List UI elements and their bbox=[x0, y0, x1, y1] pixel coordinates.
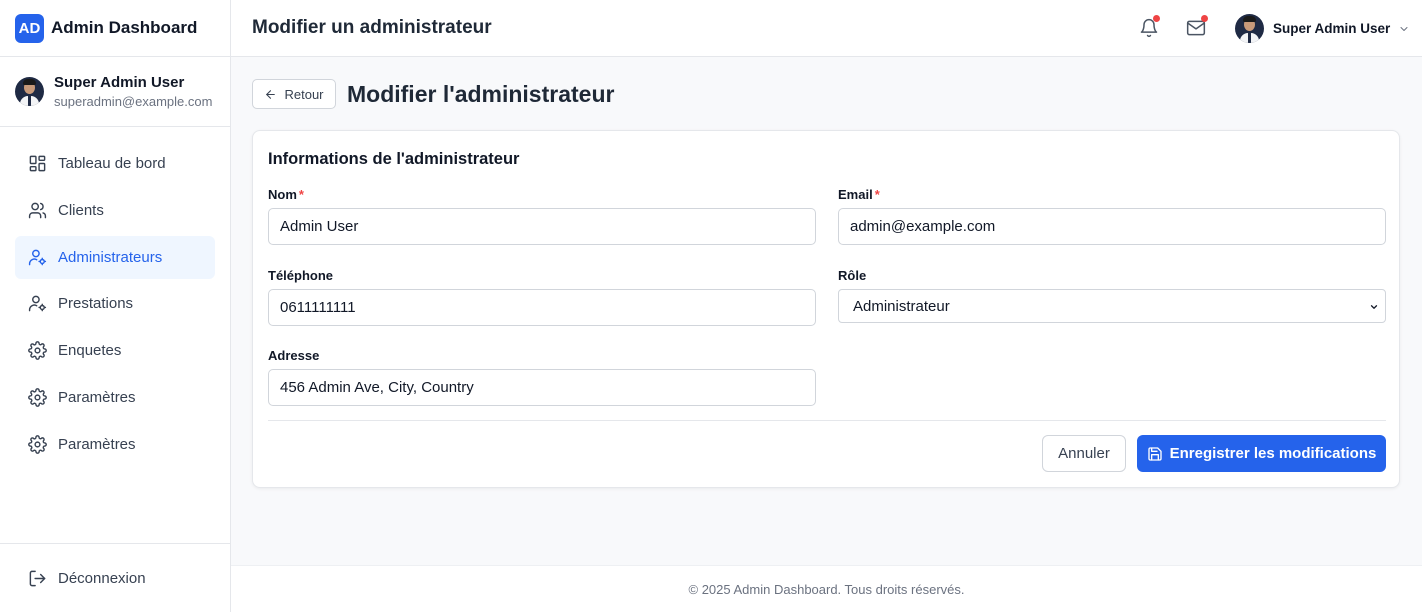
admin-form-card: Informations de l'administrateur Nom * Ad… bbox=[252, 130, 1400, 488]
sidebar-nav: Tableau de bord Clients Administrateurs … bbox=[0, 127, 230, 466]
notification-dot bbox=[1153, 15, 1160, 22]
sidebar-item-administrateurs[interactable]: Administrateurs bbox=[15, 235, 215, 279]
sidebar-item-label: Tableau de bord bbox=[58, 155, 166, 172]
user-menu[interactable]: Super Admin User bbox=[1235, 14, 1410, 43]
brand-name: Admin Dashboard bbox=[51, 18, 198, 37]
sidebar: AD Admin Dashboard Super Admin User supe… bbox=[0, 0, 231, 612]
brand[interactable]: AD Admin Dashboard bbox=[0, 0, 230, 57]
chevron-down-icon bbox=[1370, 305, 1378, 309]
top-header: Modifier un administrateur Super Admin U… bbox=[231, 0, 1422, 57]
address-label: Adresse bbox=[268, 348, 320, 363]
phone-label: Téléphone bbox=[268, 268, 334, 283]
user-cog-icon bbox=[28, 296, 47, 312]
sidebar-item-label: Paramètres bbox=[58, 388, 136, 406]
profile-name: Super Admin User bbox=[54, 74, 185, 91]
back-label: Retour bbox=[284, 86, 324, 102]
header-user-name: Super Admin User bbox=[1273, 21, 1391, 36]
role-select[interactable]: Administrateur bbox=[838, 289, 1386, 323]
sidebar-item-label: Clients bbox=[58, 201, 104, 219]
logout-label: Déconnexion bbox=[58, 570, 146, 587]
sidebar-item-label: Paramètres bbox=[58, 435, 136, 453]
required-mark: * bbox=[298, 187, 304, 202]
email-field[interactable]: admin@example.com bbox=[838, 208, 1386, 245]
form-section-title: Informations de l'administrateur bbox=[268, 150, 520, 168]
sidebar-item-parametres[interactable]: Paramètres bbox=[15, 376, 215, 419]
avatar bbox=[15, 77, 44, 106]
avatar bbox=[1235, 14, 1264, 43]
phone-field[interactable]: 0611111111 bbox=[268, 289, 816, 326]
logout-button[interactable]: Déconnexion bbox=[15, 557, 215, 600]
save-icon bbox=[1147, 446, 1162, 461]
address-field[interactable]: 456 Admin Ave, City, Country bbox=[268, 369, 816, 406]
sidebar-profile[interactable]: Super Admin User superadmin@example.com bbox=[0, 57, 230, 127]
logout-icon bbox=[29, 570, 46, 587]
user-cog-icon bbox=[28, 249, 47, 265]
profile-email: superadmin@example.com bbox=[54, 94, 213, 109]
notifications-button[interactable] bbox=[1139, 15, 1160, 38]
save-label: Enregistrer les modifications bbox=[1169, 445, 1377, 462]
brand-logo: AD bbox=[15, 13, 44, 43]
sidebar-item-clients[interactable]: Clients bbox=[15, 189, 215, 232]
messages-button[interactable] bbox=[1186, 15, 1208, 38]
footer: © 2025 Admin Dashboard. Tous droits rése… bbox=[231, 565, 1422, 612]
name-field[interactable]: Admin User bbox=[268, 208, 816, 245]
users-icon bbox=[28, 202, 47, 219]
chevron-down-icon bbox=[1400, 26, 1408, 31]
arrow-left-icon bbox=[266, 89, 276, 99]
gear-icon bbox=[28, 434, 47, 454]
footer-text: © 2025 Admin Dashboard. Tous droits rése… bbox=[688, 581, 965, 597]
dashboard-grid-icon bbox=[29, 155, 46, 172]
back-button[interactable]: Retour bbox=[252, 79, 336, 109]
required-mark: * bbox=[874, 187, 880, 202]
cancel-button[interactable]: Annuler bbox=[1042, 435, 1126, 472]
sidebar-item-enquetes[interactable]: Enquetes bbox=[15, 329, 215, 372]
email-label: Email * bbox=[838, 187, 880, 202]
name-label: Nom * bbox=[268, 187, 304, 202]
sidebar-item-label: Prestations bbox=[58, 295, 134, 313]
page-title: Modifier l'administrateur bbox=[347, 81, 615, 107]
sidebar-item-label: Enquetes bbox=[58, 342, 122, 360]
role-label: Rôle bbox=[838, 268, 867, 283]
sidebar-item-dashboard[interactable]: Tableau de bord bbox=[15, 142, 215, 185]
role-select-value: Administrateur bbox=[853, 297, 950, 315]
sidebar-item-parametres-2[interactable]: Paramètres bbox=[15, 423, 215, 466]
form-divider bbox=[268, 420, 1386, 421]
sidebar-item-label: Administrateurs bbox=[58, 248, 163, 266]
gear-icon bbox=[28, 388, 47, 407]
notification-dot bbox=[1201, 15, 1208, 22]
header-title: Modifier un administrateur bbox=[252, 17, 492, 38]
sidebar-item-prestations[interactable]: Prestations bbox=[15, 282, 215, 325]
save-button[interactable]: Enregistrer les modifications bbox=[1137, 435, 1386, 472]
gear-icon bbox=[28, 341, 47, 361]
